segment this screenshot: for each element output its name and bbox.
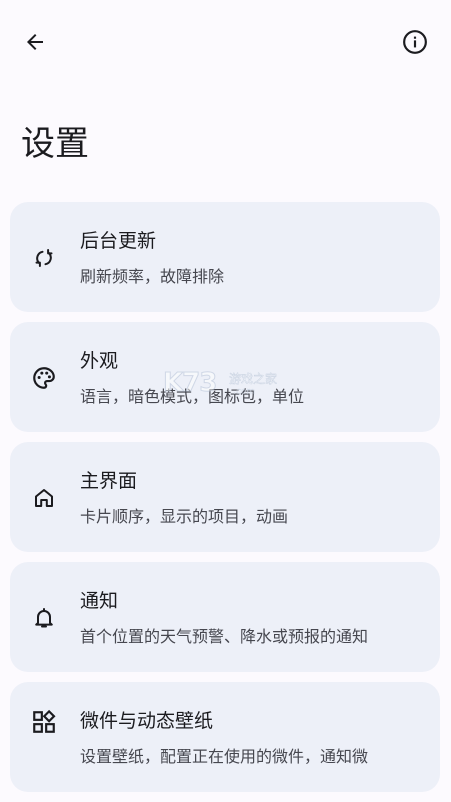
settings-item-notifications[interactable]: 通知 首个位置的天气预警、降水或预报的通知 (10, 562, 440, 672)
settings-item-title: 主界面 (80, 470, 138, 492)
page-title: 设置 (21, 124, 89, 164)
settings-item-title: 通知 (80, 590, 119, 612)
back-button[interactable] (13, 20, 57, 64)
top-app-bar (0, 0, 451, 84)
settings-item-subtitle: 卡片顺序，显示的项目，动画 (80, 507, 289, 526)
settings-item-subtitle: 设置壁纸，配置正在使用的微件，通知微 (80, 747, 369, 766)
settings-item-title: 后台更新 (80, 230, 157, 252)
settings-item-subtitle: 首个位置的天气预警、降水或预报的通知 (80, 627, 369, 646)
settings-list: 后台更新 刷新频率，故障排除 外观 语言，暗色模式，图标包，单位 主界面 卡片顺… (10, 202, 440, 802)
info-circle-icon (403, 30, 427, 54)
info-button[interactable] (393, 20, 437, 64)
settings-item-title: 微件与动态壁纸 (80, 710, 214, 732)
settings-item-subtitle: 语言，暗色模式，图标包，单位 (80, 387, 305, 406)
home-icon (30, 484, 58, 512)
arrow-left-icon (27, 34, 43, 50)
settings-item-title: 外观 (80, 350, 119, 372)
settings-item-subtitle: 刷新频率，故障排除 (80, 267, 225, 286)
settings-item-appearance[interactable]: 外观 语言，暗色模式，图标包，单位 (10, 322, 440, 432)
settings-item-widgets-wallpaper[interactable]: 微件与动态壁纸 设置壁纸，配置正在使用的微件，通知微 (10, 682, 440, 792)
settings-item-background-updates[interactable]: 后台更新 刷新频率，故障排除 (10, 202, 440, 312)
settings-item-main-screen[interactable]: 主界面 卡片顺序，显示的项目，动画 (10, 442, 440, 552)
palette-icon (30, 364, 58, 392)
bell-icon (30, 604, 58, 632)
widgets-icon (30, 708, 58, 736)
sync-icon (30, 244, 58, 272)
